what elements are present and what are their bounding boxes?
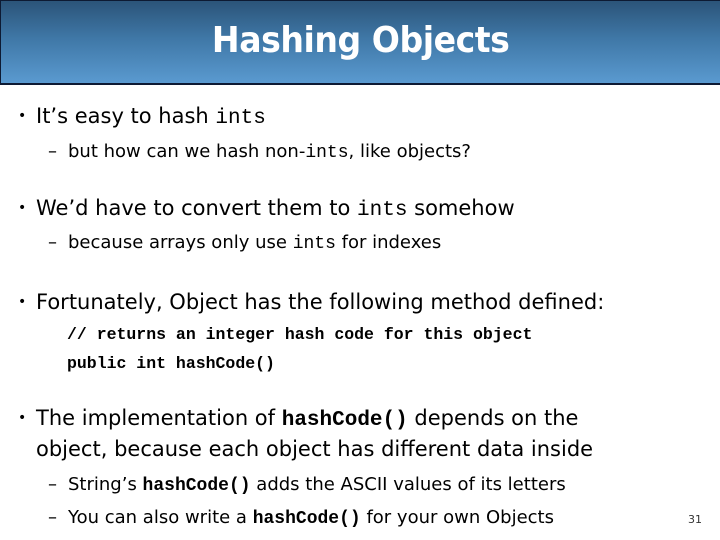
code-signature-line: public int hashCode() bbox=[67, 354, 275, 373]
bullet-4-code: hashCode() bbox=[281, 409, 408, 432]
bullet-icon: • bbox=[18, 108, 27, 124]
bullet-4-sub-2-text-before: You can also write a bbox=[68, 507, 253, 528]
bullet-3: • Fortunately, Object has the following m… bbox=[18, 290, 604, 314]
bullet-2-text-before: We’d have to convert them to bbox=[36, 196, 358, 220]
bullet-4-continuation: object, because each object has differen… bbox=[36, 437, 594, 461]
code-comment-line: // returns an integer hash code for this… bbox=[67, 325, 533, 344]
bullet-1-text: It’s easy to hash bbox=[36, 104, 216, 128]
bullet-1-sub-1-text-before: but how can we hash non- bbox=[68, 141, 306, 162]
bullet-4: • The implementation of hashCode() depend… bbox=[18, 406, 578, 432]
bullet-4-sub-1-text-before: String’s bbox=[68, 474, 143, 495]
bullet-3-text: Fortunately, Object has the following me… bbox=[36, 290, 605, 314]
slide-title: Hashing Objects bbox=[211, 19, 510, 61]
bullet-2-sub-1-code: ints bbox=[292, 234, 336, 254]
bullet-4-sub-2-code: hashCode() bbox=[252, 509, 361, 529]
bullet-2-sub-1: – because arrays only use ints for indexe… bbox=[48, 232, 441, 254]
bullet-4-sub-1-text-after: adds the ASCII values of its letters bbox=[250, 474, 566, 495]
bullet-4-text-before: The implementation of bbox=[36, 406, 282, 430]
dash-icon: – bbox=[48, 474, 57, 495]
slide-number: 31 bbox=[688, 513, 702, 526]
bullet-4-sub-1: – String’s hashCode() adds the ASCII valu… bbox=[48, 474, 566, 496]
bullet-icon: • bbox=[18, 294, 27, 310]
bullet-1-code: ints bbox=[215, 107, 266, 130]
dash-icon: – bbox=[48, 507, 57, 528]
bullet-2-sub-1-text-before: because arrays only use bbox=[68, 232, 293, 253]
bullet-icon: • bbox=[18, 410, 27, 426]
bullet-2-sub-1-text-after: for indexes bbox=[335, 232, 442, 253]
slide-title-bar: Hashing Objects bbox=[0, 0, 720, 85]
bullet-4-sub-2: – You can also write a hashCode() for you… bbox=[48, 507, 554, 529]
bullet-2-text-after: somehow bbox=[407, 196, 515, 220]
dash-icon: – bbox=[48, 141, 57, 162]
bullet-1-sub-1-code: ints bbox=[305, 143, 349, 163]
bullet-icon: • bbox=[18, 200, 27, 216]
bullet-4-sub-1-code: hashCode() bbox=[142, 476, 251, 496]
bullet-1-sub-1-text-after: , like objects? bbox=[348, 141, 471, 162]
bullet-2-code: ints bbox=[357, 199, 408, 222]
bullet-4-sub-2-text-after: for your own Objects bbox=[360, 507, 554, 528]
bullet-4-text-after: depends on the bbox=[407, 406, 579, 430]
bullet-1: • It’s easy to hash ints bbox=[18, 104, 266, 130]
bullet-2: • We’d have to convert them to ints someh… bbox=[18, 196, 515, 222]
bullet-1-sub-1: – but how can we hash non-ints, like obje… bbox=[48, 141, 471, 163]
dash-icon: – bbox=[48, 232, 57, 253]
